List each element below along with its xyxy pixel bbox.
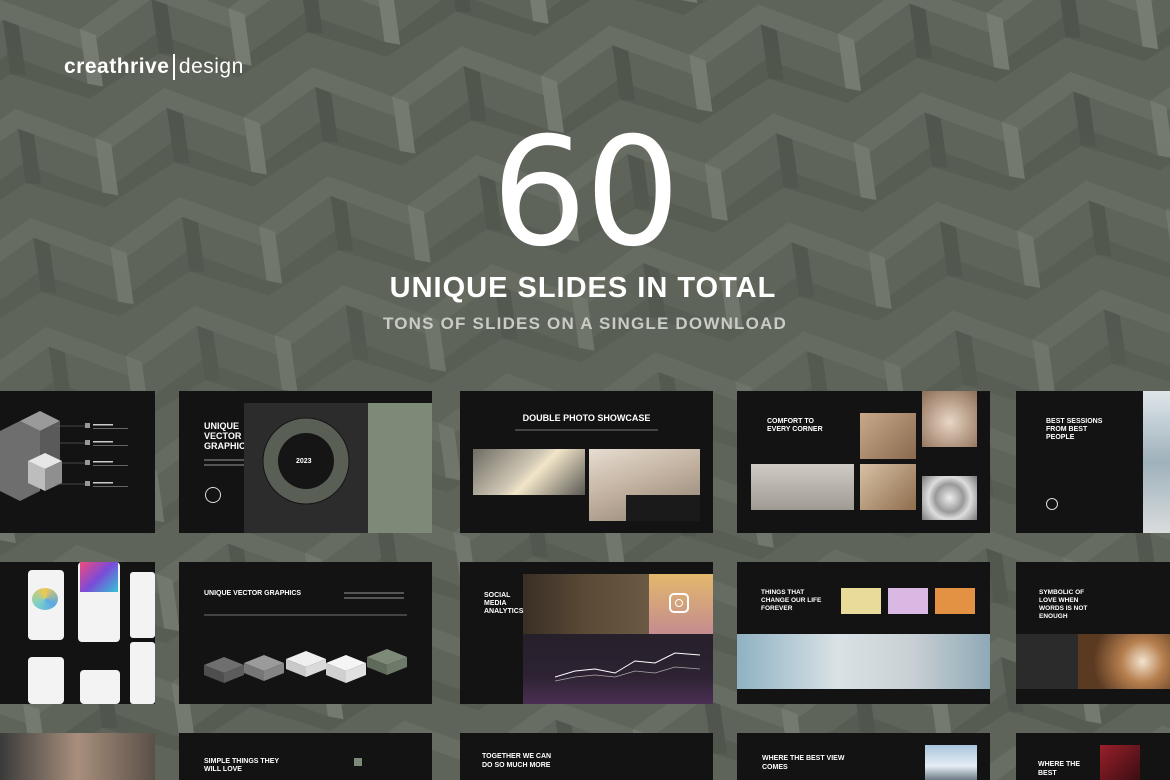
slide-thumbnail-symbolic-love[interactable]: SYMBOLIC OF LOVE WHEN WORDS IS NOT ENOUG… (1016, 562, 1170, 704)
slide-title: SIMPLE THINGS THEY WILL LOVE (204, 758, 279, 773)
brand-logo: creathrive design (64, 54, 244, 80)
photo-coffee (1078, 634, 1170, 689)
progress-ring (1046, 498, 1058, 510)
phone-mockup (80, 670, 120, 704)
brand-name-bold: creathrive (64, 55, 170, 78)
slide-thumbnail-phones[interactable] (0, 562, 155, 704)
slide-thumbnail-best-sessions[interactable]: BEST SESSIONS FROM BEST PEOPLE (1016, 391, 1170, 533)
photo-sofa (751, 464, 854, 510)
photo-orange (935, 588, 975, 614)
slide-thumbnail-comfort[interactable]: COMFORT TO EVERY CORNER (737, 391, 990, 533)
text-line (204, 614, 407, 616)
photo-people (1143, 391, 1170, 533)
logo-divider (173, 54, 175, 80)
phone-graphic (80, 562, 118, 592)
slide-title: WHERE THE BEST VIEW COMES (762, 755, 845, 771)
photo-bicycle (888, 588, 928, 614)
photo-couple (0, 733, 155, 780)
hero-number: 60 (491, 106, 681, 280)
photo-desk (737, 634, 990, 689)
slide-thumbnail-simple-things[interactable]: SIMPLE THINGS THEY WILL LOVE (179, 733, 432, 780)
photo-dark (1016, 634, 1078, 689)
icon-box (354, 758, 362, 766)
text-line (204, 464, 249, 466)
text-line (204, 459, 249, 461)
instagram-icon (669, 593, 689, 613)
slide-title: BEST SESSIONS FROM BEST PEOPLE (1046, 418, 1103, 441)
slide-thumbnail-double-photo[interactable]: DOUBLE PHOTO SHOWCASE (460, 391, 713, 533)
phone-mockup (130, 572, 155, 638)
phone-mockup (28, 657, 64, 704)
line-chart (555, 652, 700, 682)
photo-bridge (473, 449, 585, 495)
caption-box (626, 495, 700, 521)
slide-title: COMFORT TO EVERY CORNER (767, 418, 823, 433)
slide-title: UNIQUE VECTOR GRAPHICS (204, 590, 302, 597)
slide-thumbnail-where-best[interactable]: WHERE THE BEST (1016, 733, 1170, 780)
slide-thumbnail-iso-boxes[interactable] (0, 391, 155, 533)
photo-chair-1 (860, 413, 916, 459)
slide-title: SYMBOLIC OF LOVE WHEN WORDS IS NOT ENOUG… (1039, 589, 1088, 620)
photo-spiral (922, 476, 977, 520)
phone-mockup (130, 642, 155, 704)
slide-thumbnail-vector-blocks[interactable]: UNIQUE VECTOR GRAPHICS (179, 562, 432, 704)
slide-thumbnail-together[interactable]: TOGETHER WE CAN DO SO MUCH MORE (460, 733, 713, 780)
phone-graphic (32, 588, 58, 610)
slide-title: THINGS THAT CHANGE OUR LIFE FOREVER (761, 589, 822, 612)
photo-cup (841, 588, 881, 614)
hero-subtitle: TONS OF SLIDES ON A SINGLE DOWNLOAD (382, 314, 788, 333)
slide-title: DOUBLE PHOTO SHOWCASE (522, 413, 651, 423)
text-line (344, 597, 404, 599)
hero-title: UNIQUE SLIDES IN TOTAL (389, 272, 777, 304)
slide-title: WHERE THE BEST (1038, 761, 1080, 777)
text-line (515, 429, 658, 431)
isometric-blocks-graphic (204, 649, 407, 683)
photo-chair-2 (860, 464, 916, 510)
dial-year: 2023 (296, 458, 312, 465)
photo-stairs (922, 391, 977, 447)
brand-name-light: design (178, 55, 244, 78)
gradient-panel (523, 574, 650, 634)
sage-panel (368, 403, 432, 533)
slide-thumbnail-social-analytics[interactable]: SOCIAL MEDIA ANALYTICS (460, 562, 713, 704)
isometric-boxes-graphic (0, 411, 128, 501)
progress-ring (205, 487, 221, 503)
slide-title: SOCIAL MEDIA ANALYTICS (484, 592, 524, 615)
slide-thumbnail-vector-dial[interactable]: UNIQUE VECTOR GRAPHICS 2023 (179, 391, 432, 533)
photo-red (1100, 745, 1140, 780)
dial-graphic (262, 417, 350, 505)
slide-title: TOGETHER WE CAN DO SO MUCH MORE (482, 753, 552, 769)
slide-thumbnail-best-view[interactable]: WHERE THE BEST VIEW COMES (737, 733, 990, 780)
photo-mountain (925, 745, 977, 780)
slide-thumbnail-couple[interactable] (0, 733, 155, 780)
slide-thumbnail-things-change[interactable]: THINGS THAT CHANGE OUR LIFE FOREVER (737, 562, 990, 704)
text-line (344, 592, 404, 594)
